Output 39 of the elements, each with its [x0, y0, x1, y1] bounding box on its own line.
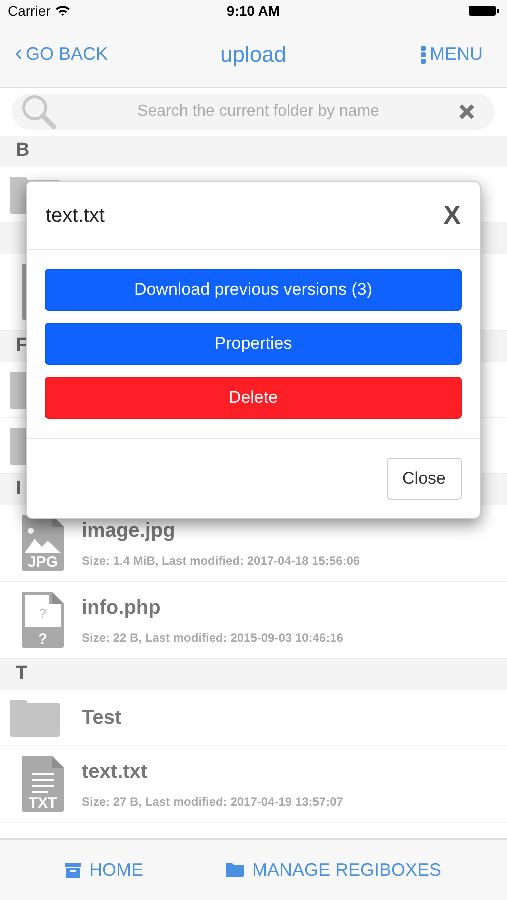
- search-bar[interactable]: Search the current folder by name: [12, 94, 495, 130]
- file-name: info.php: [82, 596, 162, 621]
- unknown-file-icon: ? ?: [22, 592, 64, 648]
- section-letter: F: [16, 334, 28, 358]
- text-file-icon: TXT: [22, 756, 64, 812]
- battery-icon: [469, 5, 499, 17]
- page-title: upload: [220, 41, 287, 69]
- file-name: text.txt: [82, 760, 149, 785]
- list-row[interactable]: TXT text.txt Size: 27 B, Last modified: 2017-04-19 13:57:07: [0, 746, 507, 823]
- kebab-icon: [421, 46, 426, 64]
- section-letter: T: [16, 662, 28, 686]
- section-letter: B: [16, 139, 30, 164]
- back-button[interactable]: GO BACK: [16, 41, 108, 68]
- menu-button[interactable]: MENU: [421, 41, 491, 68]
- archive-icon: [65, 862, 82, 878]
- folder-icon: [226, 863, 244, 877]
- file-name: Test: [82, 706, 122, 730]
- footer-button[interactable]: MANAGE REGIBOXES: [226, 856, 442, 884]
- file-name: image.jpg: [82, 519, 176, 544]
- chevron-icon: [16, 49, 22, 60]
- wifi-icon: [54, 5, 71, 17]
- modal-title: text.txt: [46, 204, 105, 228]
- search-field[interactable]: Search the current folder by name: [66, 100, 451, 124]
- folder-icon: [10, 698, 60, 736]
- file-meta: Size: 22 B, Last modified: 2015-09-03 10:46:16: [82, 630, 344, 647]
- action-button[interactable]: Download previous versions (3): [45, 269, 462, 311]
- action-button[interactable]: Delete: [45, 377, 462, 419]
- status-time: 9:10 AM: [226, 2, 280, 20]
- close-button[interactable]: Close: [386, 458, 462, 500]
- action-button[interactable]: Properties: [45, 323, 462, 365]
- close-button[interactable]: X: [444, 196, 461, 235]
- file-meta: Size: 1.4 MiB, Last modified: 2017-04-18 15:56:06: [82, 553, 360, 570]
- list-row[interactable]: Test: [0, 690, 507, 746]
- file-meta: Size: 27 B, Last modified: 2017-04-19 13:57:07: [82, 794, 344, 811]
- search-icon: [20, 94, 58, 130]
- section-letter: I: [16, 477, 22, 502]
- footer-button[interactable]: HOME: [65, 856, 144, 884]
- carrier-text: Carrier: [8, 2, 51, 20]
- image-file-icon: JPG: [22, 515, 64, 571]
